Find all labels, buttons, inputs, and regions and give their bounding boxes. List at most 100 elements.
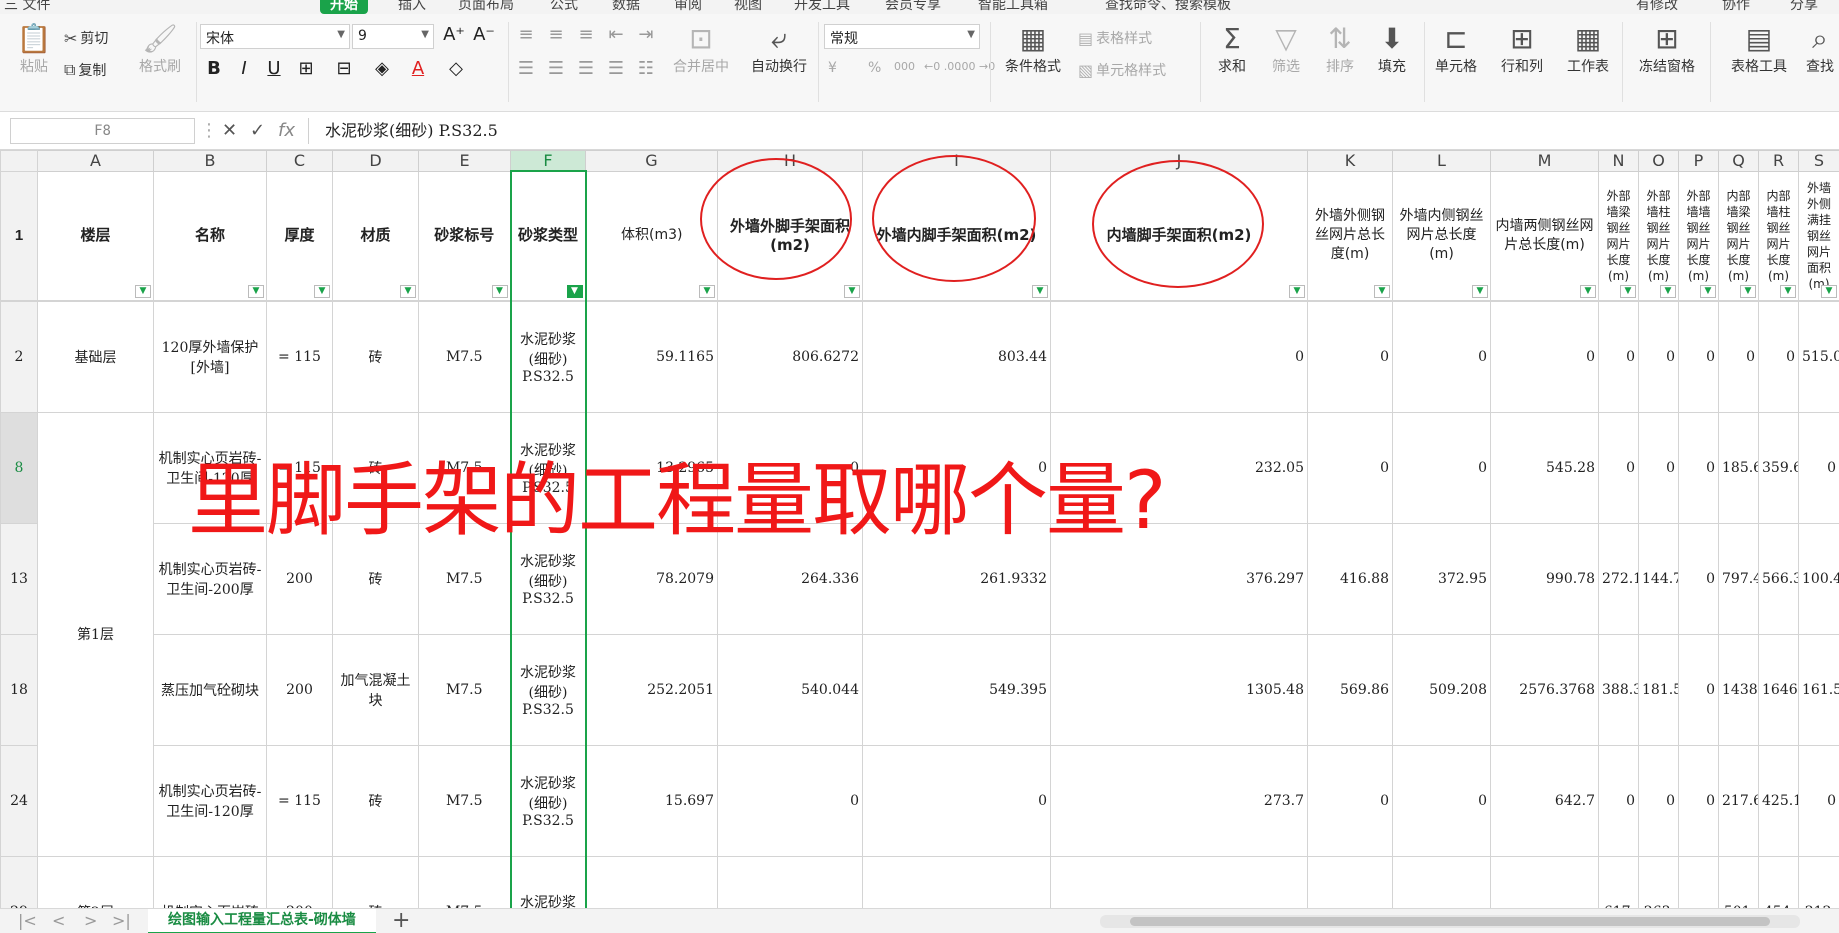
filter-active-icon[interactable]: ▼ (566, 284, 583, 298)
menu-page-layout[interactable]: 页面布局 (458, 0, 514, 14)
cell-i[interactable] (862, 855, 1051, 908)
column-header[interactable]: K (1307, 150, 1393, 172)
cell-q[interactable]: 217.6 (1718, 744, 1759, 857)
more-icon[interactable]: ⋮ (200, 120, 218, 141)
cell-i[interactable]: 0 (862, 744, 1051, 857)
cell-k[interactable] (1307, 855, 1393, 908)
cell-i[interactable]: 549.395 (862, 633, 1051, 746)
cell-h[interactable]: 540.044 (717, 633, 863, 746)
cell-button[interactable]: ⊏ 单元格 (1424, 22, 1488, 76)
menu-share[interactable]: 分享 (1790, 0, 1818, 14)
filter-dropdown-icon[interactable]: ▼ (1700, 284, 1716, 298)
cell-m[interactable]: 545.28 (1490, 411, 1599, 524)
cell-material[interactable]: 砖 (332, 522, 419, 635)
column-header[interactable]: G (585, 150, 718, 172)
cell-mortar-grade[interactable]: M7.5 (418, 744, 511, 857)
column-header[interactable]: A (37, 150, 154, 172)
header-cell[interactable]: 外部墙柱钢丝网片长度(m) ▼ (1638, 170, 1679, 301)
cell-m[interactable] (1490, 855, 1599, 908)
header-cell[interactable]: 楼层 ▼ (37, 170, 154, 301)
next-sheet-icon[interactable]: > (84, 911, 97, 930)
cell-p[interactable]: 0 (1678, 522, 1719, 635)
menu-view[interactable]: 视图 (734, 0, 762, 14)
align-right-icon[interactable]: ☰ (572, 58, 600, 79)
column-header[interactable]: M (1490, 150, 1599, 172)
row-number[interactable]: 8 (0, 411, 38, 524)
cell-p[interactable]: 0 (1678, 744, 1719, 857)
cell-name[interactable]: 机制实心页岩砖-卫生间-200厚 (153, 522, 267, 635)
justify-icon[interactable]: ☰ (602, 58, 630, 79)
align-left-icon[interactable]: ☰ (512, 58, 540, 79)
fill-border-icon[interactable]: ⊟ (330, 58, 358, 79)
filter-dropdown-icon[interactable]: ▼ (1821, 284, 1837, 298)
scroll-thumb[interactable] (1130, 917, 1770, 926)
cell-l[interactable]: 0 (1392, 744, 1491, 857)
last-sheet-icon[interactable]: >| (112, 911, 131, 930)
menu-member[interactable]: 会员专享 (885, 0, 941, 14)
floor-cell[interactable]: 第1层 (37, 411, 154, 857)
row-number[interactable]: 29 (0, 855, 38, 908)
name-box[interactable]: F8 (10, 118, 195, 144)
cell-l[interactable] (1392, 855, 1491, 908)
menu-developer[interactable]: 开发工具 (794, 0, 850, 14)
cell-k[interactable]: 0 (1307, 300, 1393, 413)
cell-mortar-type[interactable]: 水泥砂浆(细砂) (509, 855, 587, 908)
cell-o[interactable]: 144.78 (1638, 522, 1679, 635)
cell-q[interactable]: 185.6 (1718, 411, 1759, 524)
number-format-select[interactable]: 常规 ▼ (824, 24, 980, 49)
row-number[interactable]: 24 (0, 744, 38, 857)
cell-m[interactable]: 642.7 (1490, 744, 1599, 857)
add-sheet-button[interactable]: + (392, 909, 410, 933)
cell-mortar-grade[interactable]: M7.5 (418, 411, 511, 524)
cell-q[interactable]: 797.4 (1718, 522, 1759, 635)
menu-data[interactable]: 数据 (612, 0, 640, 14)
column-header[interactable]: P (1678, 150, 1719, 172)
row-number[interactable]: 18 (0, 633, 38, 746)
filter-dropdown-icon[interactable]: ▼ (135, 284, 151, 298)
cell-p[interactable]: 0 (1678, 633, 1719, 746)
header-cell[interactable]: 材质 ▼ (332, 170, 419, 301)
font-size-select[interactable]: 9 ▼ (352, 24, 434, 49)
filter-dropdown-icon[interactable]: ▼ (1620, 284, 1636, 298)
cell-l[interactable]: 0 (1392, 411, 1491, 524)
bold-button[interactable]: B (200, 58, 228, 79)
menu-insert[interactable]: 插入 (398, 0, 426, 14)
cell-h[interactable]: 264.336 (717, 522, 863, 635)
cell-j[interactable]: 376.297 (1050, 522, 1308, 635)
menu-smart-tools[interactable]: 智能工具箱 (978, 0, 1048, 14)
cell-g[interactable]: 59.1165 (585, 300, 718, 413)
percent-button[interactable]: % (868, 60, 881, 76)
cut-button[interactable]: ✂ 剪切 (64, 28, 108, 48)
column-header[interactable]: O (1638, 150, 1679, 172)
cell-h[interactable]: 0 (717, 744, 863, 857)
cell-p[interactable]: 0 (1678, 300, 1719, 413)
header-cell[interactable]: 外墙内脚手架面积(m2) ▼ (862, 170, 1051, 301)
cell-mortar-type[interactable]: 水泥砂浆(细砂) P.S32.5 (509, 744, 587, 857)
column-header[interactable]: H (717, 150, 863, 172)
cell-k[interactable]: 569.86 (1307, 633, 1393, 746)
cell-j[interactable]: 273.7 (1050, 744, 1308, 857)
cell-l[interactable]: 0 (1392, 300, 1491, 413)
cell-mortar-type[interactable]: 水泥砂浆(细砂) P.S32.5 (509, 300, 587, 413)
cell-j[interactable]: 232.05 (1050, 411, 1308, 524)
cancel-icon[interactable]: ✕ (222, 120, 237, 141)
cell-thickness[interactable]: 200 (266, 633, 333, 746)
column-header[interactable]: B (153, 150, 267, 172)
conditional-format-button[interactable]: ▦ 条件格式 (994, 22, 1072, 76)
floor-cell[interactable]: 第2层 (37, 855, 154, 908)
filter-dropdown-icon[interactable]: ▼ (1780, 284, 1796, 298)
cell-mortar-type[interactable]: 水泥砂浆(细砂) P.S32.5 (509, 522, 587, 635)
column-header[interactable]: E (418, 150, 511, 172)
cell-o[interactable]: 0 (1638, 744, 1679, 857)
cell-r[interactable]: 425.1 (1758, 744, 1799, 857)
first-sheet-icon[interactable]: |< (18, 911, 37, 930)
cell-material[interactable]: 砖 (332, 855, 419, 908)
header-cell[interactable]: 外墙外侧满挂钢丝网片面积(m) ▼ (1798, 170, 1839, 301)
format-painter-button[interactable]: 🖌 格式刷 (128, 22, 192, 76)
cell-mortar-type[interactable]: 水泥砂浆(细砂) P.S32.5 (509, 633, 587, 746)
cell-name[interactable]: 机制实心页岩砖-卫生间-120厚 (153, 744, 267, 857)
cell-k[interactable]: 416.88 (1307, 522, 1393, 635)
header-cell[interactable]: 外墙内侧钢丝网片总长度(m) ▼ (1392, 170, 1491, 301)
cell-o[interactable]: 263. (1638, 855, 1679, 908)
header-cell[interactable]: 内墙脚手架面积(m2) ▼ (1050, 170, 1308, 301)
